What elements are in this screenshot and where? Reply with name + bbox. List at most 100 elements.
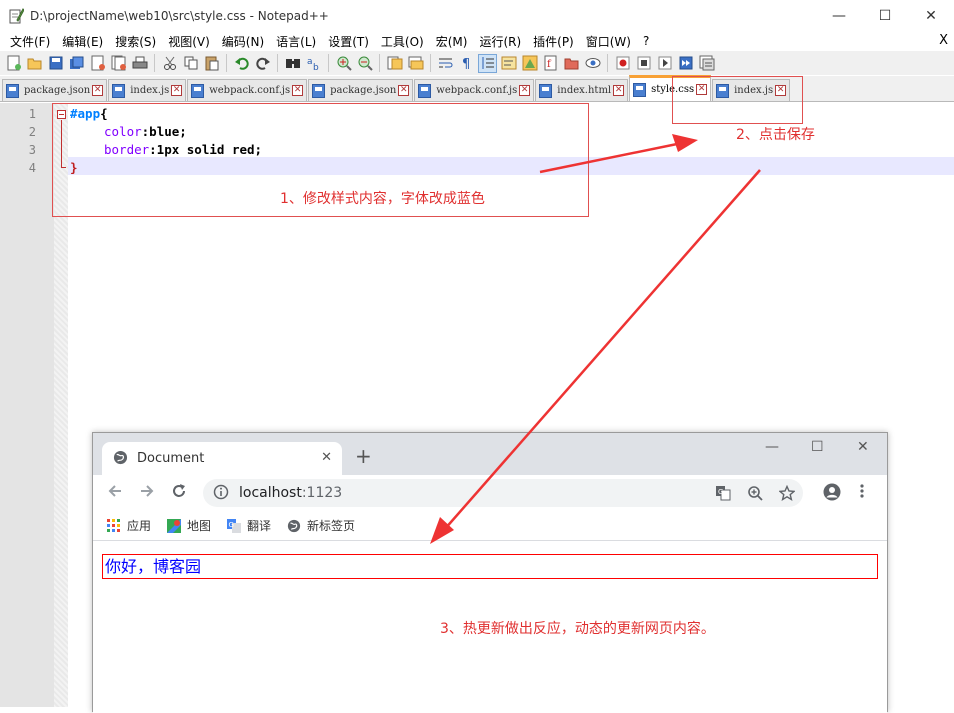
zoom-out-icon[interactable] xyxy=(355,54,374,73)
tab-label: webpack.conf.js xyxy=(436,85,518,96)
menu-view[interactable]: 视图(V) xyxy=(162,33,216,50)
address-bar[interactable]: localhost:1123 G xyxy=(203,479,803,507)
save-all-icon[interactable] xyxy=(67,54,86,73)
doc-map-icon[interactable] xyxy=(520,54,539,73)
indent-guide-icon[interactable] xyxy=(478,53,497,73)
tab-index-js-1[interactable]: index.js ✕ xyxy=(108,79,187,101)
sync-vertical-icon[interactable] xyxy=(385,54,404,73)
menu-file[interactable]: 文件(F) xyxy=(4,33,56,50)
menu-plugins[interactable]: 插件(P) xyxy=(527,33,580,50)
tab-package-json-1[interactable]: package.json ✕ xyxy=(2,79,108,101)
undo-icon[interactable] xyxy=(232,54,251,73)
menu-window[interactable]: 窗口(W) xyxy=(580,33,637,50)
tab-close-icon[interactable]: ✕ xyxy=(171,85,183,96)
bookmark-label: 应用 xyxy=(127,519,152,533)
replace-icon[interactable]: ab xyxy=(304,54,323,73)
close-document-button[interactable]: X xyxy=(939,31,948,51)
tab-close-icon[interactable]: ✕ xyxy=(92,85,104,96)
bookmark-new-tab[interactable]: 新标签页 xyxy=(287,517,355,534)
redo-icon[interactable] xyxy=(253,54,272,73)
menu-language[interactable]: 语言(L) xyxy=(270,33,322,50)
save-macro-icon[interactable] xyxy=(697,54,716,73)
menu-bar: 文件(F) 编辑(E) 搜索(S) 视图(V) 编码(N) 语言(L) 设置(T… xyxy=(0,31,954,51)
browser-toolbar: localhost:1123 G xyxy=(93,475,887,511)
find-icon[interactable] xyxy=(283,54,302,73)
browser-close-button[interactable]: ✕ xyxy=(857,439,869,455)
translate-icon: G xyxy=(227,518,242,533)
line-number-gutter xyxy=(0,103,54,707)
cut-icon[interactable] xyxy=(160,54,179,73)
menu-search[interactable]: 搜索(S) xyxy=(109,33,162,50)
bookmark-star-icon[interactable] xyxy=(778,484,796,504)
tab-close-icon[interactable]: ✕ xyxy=(398,85,410,96)
copy-icon[interactable] xyxy=(181,54,200,73)
menu-macro[interactable]: 宏(M) xyxy=(430,33,474,50)
menu-run[interactable]: 运行(R) xyxy=(473,33,527,50)
menu-help[interactable]: ? xyxy=(637,34,655,48)
annotation-box-tab xyxy=(672,76,803,124)
profile-avatar-icon[interactable] xyxy=(823,483,841,505)
folder-workspace-icon[interactable] xyxy=(562,54,581,73)
menu-kebab-icon[interactable] xyxy=(859,483,865,503)
line-number: 4 xyxy=(28,161,36,175)
svg-text:a: a xyxy=(307,57,313,67)
close-file-icon[interactable] xyxy=(88,54,107,73)
minimize-button[interactable]: — xyxy=(816,0,862,31)
tab-close-icon[interactable]: ✕ xyxy=(613,85,625,96)
monitoring-icon[interactable] xyxy=(583,54,602,73)
reload-icon[interactable] xyxy=(171,483,187,503)
browser-tab-close-icon[interactable]: ✕ xyxy=(321,450,332,465)
tab-label: index.js xyxy=(130,85,170,96)
tab-webpack-conf-js-1[interactable]: webpack.conf.js ✕ xyxy=(187,79,308,101)
file-icon xyxy=(418,83,432,98)
sync-horizontal-icon[interactable] xyxy=(406,54,425,73)
omnibox-actions: G xyxy=(715,484,796,504)
language-icon[interactable] xyxy=(499,54,518,73)
file-icon xyxy=(191,83,205,98)
maximize-button[interactable]: ☐ xyxy=(862,0,908,31)
bookmark-translate[interactable]: G 翻译 xyxy=(227,517,271,534)
run-macro-multiple-icon[interactable] xyxy=(676,54,695,73)
tab-package-json-2[interactable]: package.json ✕ xyxy=(308,79,414,101)
tab-index-html[interactable]: index.html ✕ xyxy=(535,79,629,101)
back-arrow-icon[interactable] xyxy=(107,483,123,503)
browser-maximize-button[interactable]: ☐ xyxy=(811,439,824,455)
toolbar-separator xyxy=(154,54,155,72)
menu-tools[interactable]: 工具(O) xyxy=(375,33,430,50)
record-macro-icon[interactable] xyxy=(613,54,632,73)
tab-webpack-conf-js-2[interactable]: webpack.conf.js ✕ xyxy=(414,79,535,101)
browser-minimize-button[interactable]: — xyxy=(765,439,779,455)
translate-icon[interactable]: G xyxy=(715,485,731,504)
play-macro-icon[interactable] xyxy=(655,54,674,73)
info-icon[interactable] xyxy=(213,484,229,503)
browser-tab-document[interactable]: Document ✕ xyxy=(102,442,342,475)
notepad-app-icon xyxy=(8,7,25,24)
menu-encoding[interactable]: 编码(N) xyxy=(216,33,270,50)
bookmark-maps[interactable]: 地图 xyxy=(167,517,211,534)
function-list-icon[interactable]: f xyxy=(541,54,560,73)
close-button[interactable]: ✕ xyxy=(908,0,954,31)
show-all-chars-icon[interactable]: ¶ xyxy=(457,54,476,73)
menu-settings[interactable]: 设置(T) xyxy=(322,33,375,50)
svg-text:G: G xyxy=(229,521,234,529)
tab-close-icon[interactable]: ✕ xyxy=(292,85,304,96)
bookmark-apps[interactable]: 应用 xyxy=(107,517,151,534)
save-icon[interactable] xyxy=(46,54,65,73)
new-tab-button[interactable]: + xyxy=(355,446,372,466)
tab-label: package.json xyxy=(330,85,397,96)
zoom-icon[interactable] xyxy=(747,485,763,504)
window-title: D:\projectName\web10\src\style.css - Not… xyxy=(30,8,329,23)
close-all-icon[interactable] xyxy=(109,54,128,73)
menu-edit[interactable]: 编辑(E) xyxy=(56,33,109,50)
stop-macro-icon[interactable] xyxy=(634,54,653,73)
annotation-step1: 1、修改样式内容，字体改成蓝色 xyxy=(280,191,485,207)
paste-icon[interactable] xyxy=(202,54,221,73)
zoom-in-icon[interactable] xyxy=(334,54,353,73)
new-file-icon[interactable] xyxy=(4,54,23,73)
word-wrap-icon[interactable] xyxy=(436,54,455,73)
print-icon[interactable] xyxy=(130,54,149,73)
open-file-icon[interactable] xyxy=(25,54,44,73)
tab-close-icon[interactable]: ✕ xyxy=(519,85,531,96)
maps-icon xyxy=(167,518,182,533)
forward-arrow-icon[interactable] xyxy=(139,483,155,503)
